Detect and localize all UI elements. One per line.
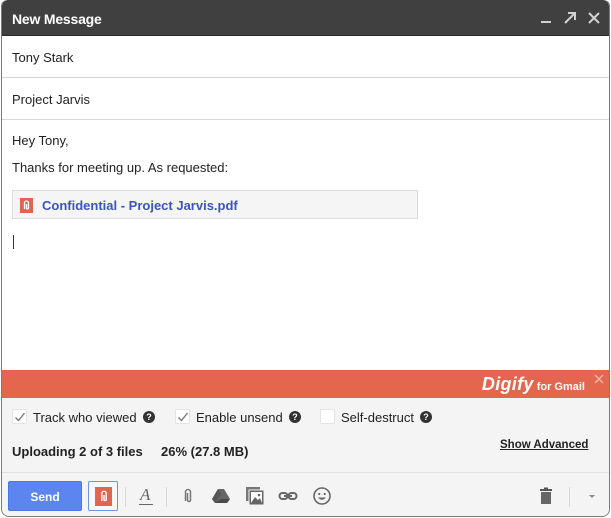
compose-window: New Message Tony Stark Project Jarvis He… (1, 0, 610, 517)
subject-value: Project Jarvis (12, 92, 91, 107)
compose-toolbar: Send A (2, 473, 609, 516)
insert-emoji-button[interactable] (312, 486, 332, 506)
trash-icon (540, 487, 552, 504)
body-line: Hey Tony, (12, 133, 69, 148)
insert-link-button[interactable] (278, 486, 298, 506)
attach-files-button[interactable] (178, 486, 198, 506)
paperclip-icon (184, 488, 192, 503)
attachment-chip[interactable]: Confidential - Project Jarvis.pdf (12, 190, 418, 219)
help-icon[interactable]: ? (289, 411, 301, 423)
text-format-icon: A (140, 485, 151, 504)
drive-icon (212, 489, 230, 503)
digify-options-panel: Track who viewed ? Enable unsend ? Self-… (2, 398, 609, 473)
message-body[interactable]: Hey Tony, Thanks for meeting up. As requ… (2, 121, 609, 370)
discard-draft-button[interactable] (536, 486, 556, 506)
toolbar-divider (569, 487, 570, 507)
send-button[interactable]: Send (8, 481, 82, 511)
google-drive-button[interactable] (211, 486, 231, 506)
popout-button[interactable] (561, 9, 579, 27)
subject-field[interactable]: Project Jarvis (2, 78, 609, 120)
enable-unsend-label: Enable unsend (196, 410, 283, 425)
upload-status: Uploading 2 of 3 files (12, 444, 143, 459)
title-bar[interactable]: New Message (2, 0, 609, 36)
toolbar-divider (125, 487, 126, 507)
toolbar-divider (166, 487, 167, 507)
chevron-down-icon (589, 495, 595, 498)
help-icon[interactable]: ? (420, 411, 432, 423)
checkmark-icon (178, 412, 189, 422)
digify-brand-name: Digify (481, 374, 534, 394)
digify-clip-icon (95, 487, 112, 506)
track-viewed-checkbox[interactable] (12, 409, 27, 424)
insert-photo-button[interactable] (245, 486, 265, 506)
photo-icon (246, 487, 265, 506)
body-line: Thanks for meeting up. As requested: (12, 160, 229, 175)
digify-clip-icon (20, 198, 33, 213)
to-value: Tony Stark (12, 50, 74, 65)
show-advanced-link[interactable]: Show Advanced (500, 439, 588, 451)
track-viewed-label: Track who viewed (33, 410, 137, 425)
link-icon (278, 492, 298, 500)
digify-logo: Digify for Gmail (482, 374, 585, 395)
digify-close-button[interactable] (593, 372, 605, 388)
emoji-icon (313, 487, 331, 505)
text-cursor (13, 235, 14, 249)
upload-progress: 26% (27.8 MB) (161, 444, 249, 459)
close-icon (588, 12, 600, 24)
self-destruct-checkbox[interactable] (320, 409, 335, 424)
popout-icon (564, 12, 576, 24)
window-title: New Message (12, 11, 102, 27)
minimize-icon (541, 21, 551, 23)
close-icon (594, 374, 604, 384)
attachment-name[interactable]: Confidential - Project Jarvis.pdf (42, 198, 238, 213)
help-icon[interactable]: ? (143, 411, 155, 423)
minimize-button[interactable] (537, 9, 555, 27)
close-button[interactable] (585, 9, 603, 27)
self-destruct-label: Self-destruct (341, 410, 414, 425)
checkmark-icon (15, 412, 26, 422)
enable-unsend-checkbox[interactable] (175, 409, 190, 424)
digify-brand-suffix: for Gmail (536, 381, 585, 393)
more-options-button[interactable] (582, 486, 602, 506)
digify-toggle-button[interactable] (88, 481, 118, 511)
formatting-button[interactable]: A (137, 485, 157, 506)
to-field[interactable]: Tony Stark (2, 36, 609, 78)
digify-banner: Digify for Gmail (2, 370, 609, 398)
